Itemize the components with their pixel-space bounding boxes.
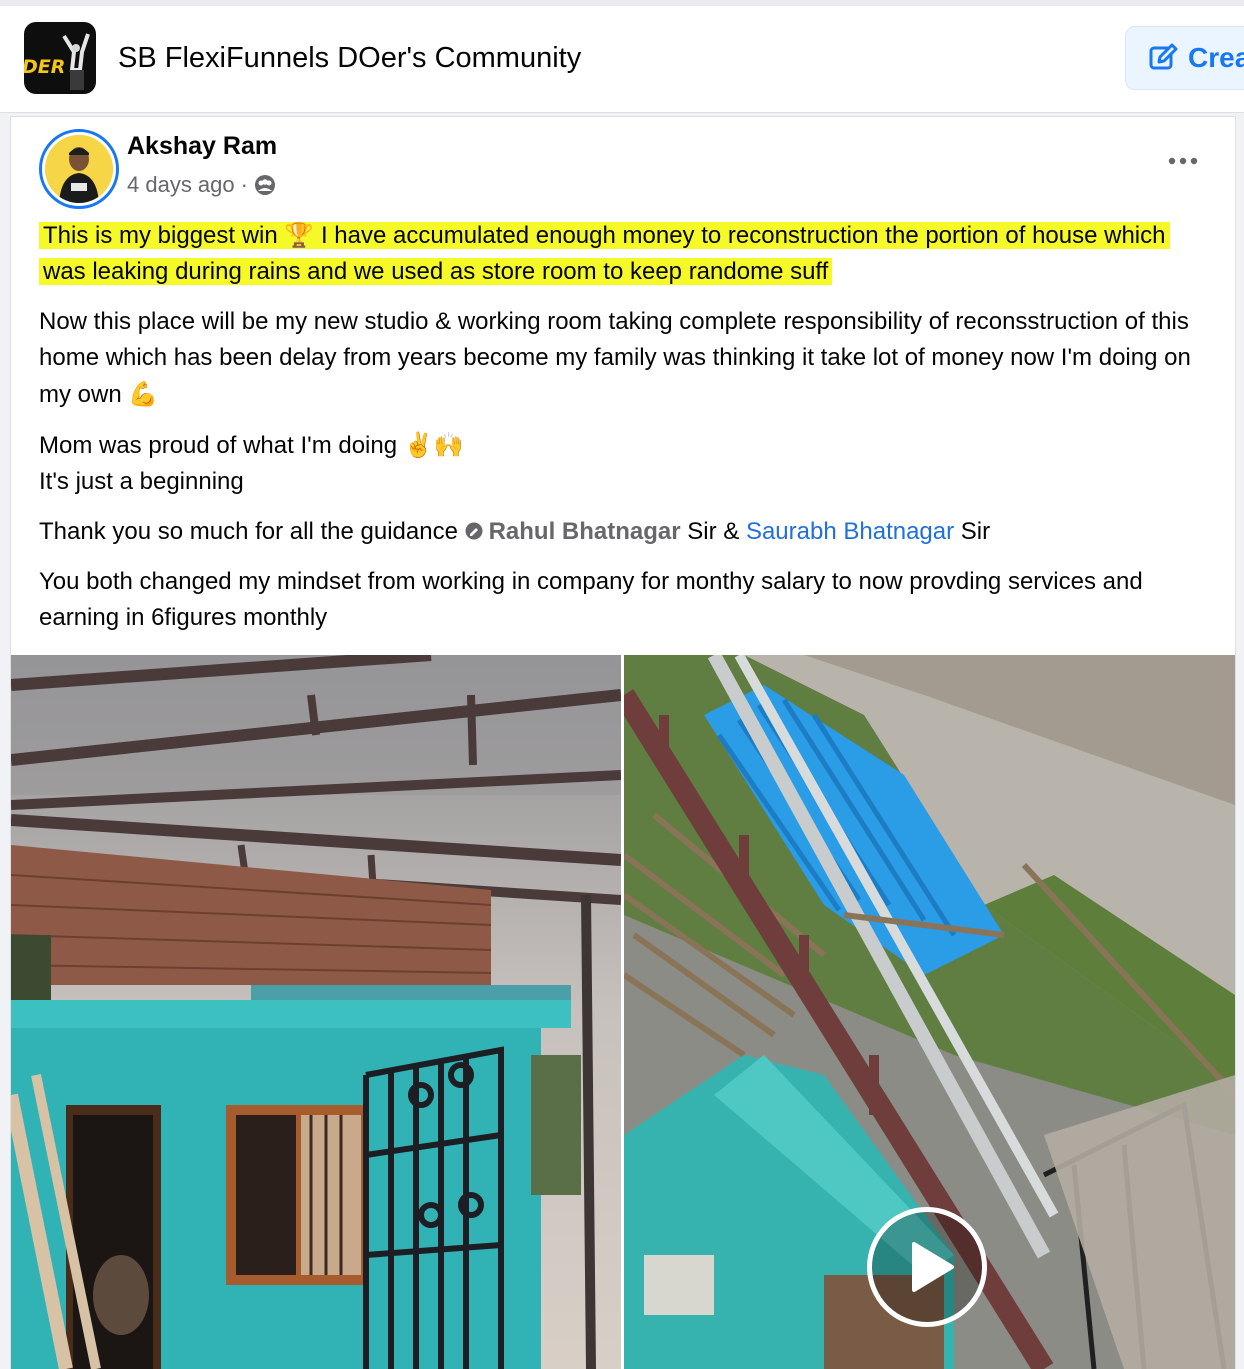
post-card: Akshay Ram 4 days ago · This is my bigge…: [10, 116, 1236, 1369]
paragraph-studio-text: Now this place will be my new studio & w…: [39, 308, 1191, 408]
edit-icon: [1149, 43, 1178, 70]
trophy-emoji: 🏆: [284, 221, 315, 249]
video-play-button[interactable]: [867, 1207, 987, 1327]
paragraph-mom-text: Mom was proud of what I'm doing: [39, 432, 404, 459]
logo-text: DER: [24, 56, 66, 78]
create-button-label: Crea: [1188, 42, 1244, 73]
mention-badge-icon: [465, 522, 483, 540]
photo-house-construction: [11, 655, 621, 1369]
group-header: DER SB FlexiFunnels DOer's Community Cre…: [0, 6, 1244, 113]
mention-saurabh[interactable]: Saurabh Bhatnagar: [746, 518, 954, 545]
paragraph-thanks: Thank you so much for all the guidance R…: [39, 514, 1209, 550]
mention-suffix: Sir: [954, 518, 991, 545]
group-privacy-icon[interactable]: [254, 174, 276, 196]
create-button[interactable]: Crea: [1125, 26, 1244, 90]
victory-hands-emoji: ✌️🙌: [403, 431, 464, 459]
meta-separator: ·: [240, 172, 248, 197]
paragraph-studio: Now this place will be my new studio & w…: [39, 304, 1209, 413]
highlight-part-1: This is my biggest win: [43, 222, 285, 249]
post-meta: 4 days ago ·: [127, 172, 276, 198]
mention-separator: Sir &: [680, 518, 746, 545]
more-options-button[interactable]: [1163, 149, 1203, 173]
thanks-text: Thank you so much for all the guidance: [39, 518, 465, 545]
muscle-emoji: 💪: [128, 380, 159, 408]
highlighted-paragraph: This is my biggest win 🏆 I have accumula…: [39, 217, 1209, 290]
paragraph-mindset: You both changed my mindset from working…: [39, 568, 1143, 631]
author-avatar[interactable]: [39, 129, 119, 209]
avatar-image: [45, 135, 113, 203]
group-logo[interactable]: DER: [24, 22, 96, 94]
highlight-text: This is my biggest win 🏆 I have accumula…: [39, 221, 1170, 285]
mention-rahul[interactable]: Rahul Bhatnagar: [489, 518, 681, 545]
paragraph-beginning-text: It's just a beginning: [39, 468, 244, 495]
post-photo[interactable]: [11, 655, 621, 1369]
group-title[interactable]: SB FlexiFunnels DOer's Community: [118, 42, 581, 75]
person-icon: [45, 135, 113, 203]
more-horizontal-icon: [1168, 157, 1198, 165]
author-name[interactable]: Akshay Ram: [127, 132, 277, 161]
post-text: This is my biggest win 🏆 I have accumula…: [39, 217, 1209, 650]
paragraph-mom: Mom was proud of what I'm doing ✌️🙌 It's…: [39, 427, 1209, 500]
post-video[interactable]: [624, 655, 1235, 1369]
post-timestamp[interactable]: 4 days ago: [127, 172, 235, 198]
play-icon: [912, 1242, 954, 1292]
